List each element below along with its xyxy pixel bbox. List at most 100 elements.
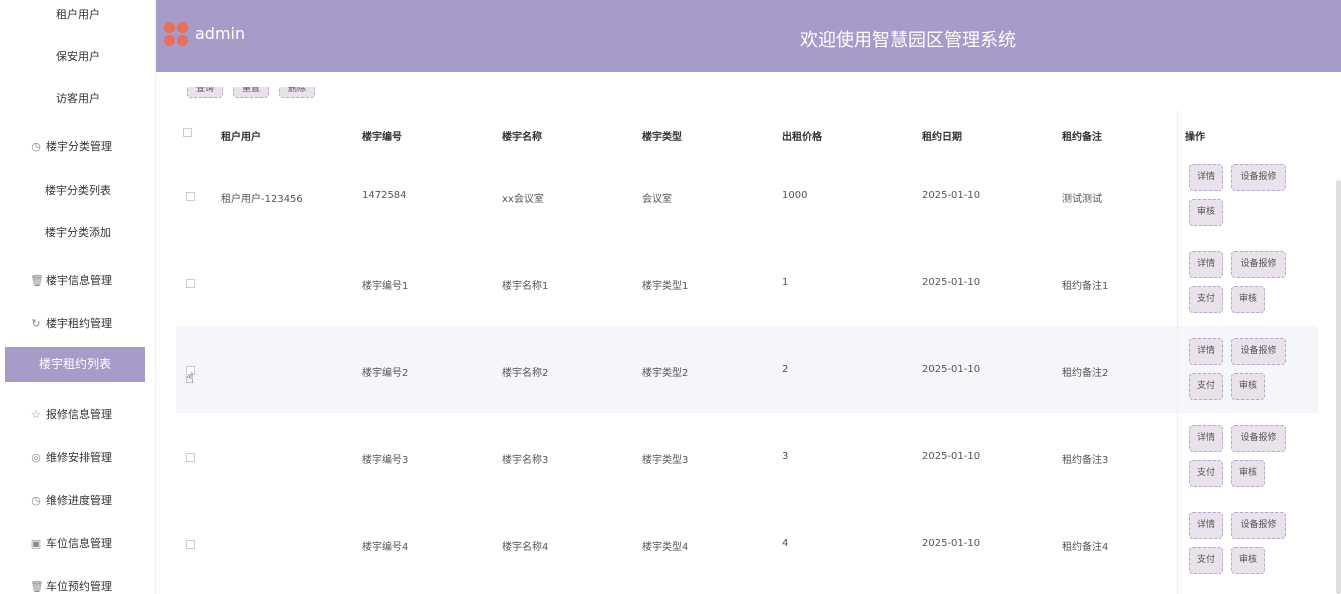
pay-button[interactable]: 支付 [1189, 547, 1223, 574]
cell-code: 楼宇编号2 [362, 368, 409, 379]
detail-button[interactable]: 详情 [1189, 512, 1223, 539]
sidebar-item-12[interactable]: ▣ 车位信息管理 [0, 535, 156, 551]
action-column-divider [1177, 110, 1178, 594]
sidebar-item-label: 维修进度管理 [46, 494, 112, 507]
column-header: 楼宇编号 [362, 132, 402, 143]
pay-button[interactable]: 支付 [1189, 286, 1223, 313]
cell-note: 租约备注2 [1062, 368, 1109, 379]
column-header: 租约日期 [922, 132, 962, 143]
sidebar-item-label: 车位预约管理 [46, 580, 112, 593]
sidebar-item-7[interactable]: ↻ 楼宇租约管理 [0, 315, 156, 331]
header-shadow [156, 72, 1341, 86]
sidebar-item-label: 车位信息管理 [46, 537, 112, 550]
sidebar-item-label: 维修安排管理 [46, 451, 112, 464]
compass-icon: ◎ [31, 451, 41, 464]
cell-price: 1000 [782, 190, 808, 201]
sidebar-item-1[interactable]: 保安用户 [0, 48, 156, 64]
welcome-title: 欢迎使用智慧园区管理系统 [800, 30, 1016, 51]
cell-price: 4 [782, 538, 789, 549]
sidebar-item-10[interactable]: ◎ 维修安排管理 [0, 449, 156, 465]
sidebar-item-3[interactable]: ◷ 楼宇分类管理 [0, 138, 156, 154]
sidebar-item-label: 报修信息管理 [46, 408, 112, 421]
sidebar-item-6[interactable]: 🗑 楼宇信息管理 [0, 272, 156, 288]
cell-code: 1472584 [362, 190, 407, 201]
cell-date: 2025-01-10 [922, 451, 981, 462]
detail-button[interactable]: 详情 [1189, 251, 1223, 278]
cell-price: 3 [782, 451, 789, 462]
trash-icon: 🗑 [30, 274, 44, 287]
clock-icon: ◷ [31, 494, 41, 507]
detail-button[interactable]: 详情 [1189, 338, 1223, 365]
detail-button[interactable]: 详情 [1189, 425, 1223, 452]
cell-note: 租约备注3 [1062, 455, 1109, 466]
cell-price: 2 [782, 364, 789, 375]
cell-date: 2025-01-10 [922, 277, 981, 288]
column-header: 楼宇名称 [502, 132, 542, 143]
row-checkbox[interactable] [186, 540, 195, 549]
cell-tenant: 租户用户-123456 [221, 194, 303, 205]
row-checkbox[interactable] [186, 279, 195, 288]
sidebar-item-label: 楼宇分类列表 [45, 184, 111, 197]
sidebar-item-label: 租户用户 [56, 8, 100, 21]
repair-button[interactable]: 设备报修 [1231, 164, 1286, 191]
cell-type: 楼宇类型1 [642, 281, 689, 292]
sidebar-item-4[interactable]: 楼宇分类列表 [0, 182, 156, 198]
sidebar-item-label: 保安用户 [56, 50, 100, 63]
header-bar [156, 0, 1341, 72]
cell-type: 楼宇类型3 [642, 455, 689, 466]
cell-name: 楼宇名称4 [502, 542, 549, 553]
scrollbar[interactable] [1336, 180, 1341, 594]
review-button[interactable]: 审核 [1231, 373, 1265, 400]
cell-type: 楼宇类型4 [642, 542, 689, 553]
hand-cursor-icon: ☝ [185, 369, 195, 387]
sidebar-item-0[interactable]: 租户用户 [0, 6, 156, 22]
review-button[interactable]: 审核 [1189, 199, 1223, 226]
cell-type: 楼宇类型2 [642, 368, 689, 379]
sidebar-item-active[interactable]: 楼宇租约列表 [5, 347, 145, 382]
sidebar-item-label: 楼宇分类管理 [46, 140, 112, 153]
repair-button[interactable]: 设备报修 [1231, 425, 1286, 452]
cell-date: 2025-01-10 [922, 364, 981, 375]
cell-price: 1 [782, 277, 789, 288]
sidebar-item-label: 楼宇信息管理 [46, 274, 112, 287]
sidebar-item-2[interactable]: 访客用户 [0, 90, 156, 106]
row-checkbox[interactable] [186, 453, 195, 462]
detail-button[interactable]: 详情 [1189, 164, 1223, 191]
repair-button[interactable]: 设备报修 [1231, 251, 1286, 278]
sidebar-item-11[interactable]: ◷ 维修进度管理 [0, 492, 156, 508]
user-name[interactable]: admin [195, 24, 245, 43]
sidebar-item-5[interactable]: 楼宇分类添加 [0, 224, 156, 240]
cell-code: 楼宇编号1 [362, 281, 409, 292]
review-button[interactable]: 审核 [1231, 286, 1265, 313]
row-checkbox[interactable] [186, 192, 195, 201]
cell-note: 租约备注4 [1062, 542, 1109, 553]
star-icon: ☆ [31, 408, 41, 421]
cell-name: 楼宇名称2 [502, 368, 549, 379]
trash-icon: 🗑 [30, 580, 44, 593]
sidebar-item-label: 楼宇分类添加 [45, 226, 111, 239]
review-button[interactable]: 审核 [1231, 547, 1265, 574]
refresh-icon: ↻ [31, 317, 41, 330]
cell-date: 2025-01-10 [922, 190, 981, 201]
sidebar-item-13[interactable]: 🗑 车位预约管理 [0, 578, 156, 594]
repair-button[interactable]: 设备报修 [1231, 512, 1286, 539]
select-all-checkbox[interactable] [183, 128, 192, 137]
cell-code: 楼宇编号3 [362, 455, 409, 466]
cell-name: 楼宇名称3 [502, 455, 549, 466]
cell-name: 楼宇名称1 [502, 281, 549, 292]
cell-date: 2025-01-10 [922, 538, 981, 549]
pay-button[interactable]: 支付 [1189, 460, 1223, 487]
column-header: 租户用户 [221, 132, 261, 143]
cell-type: 会议室 [642, 194, 672, 205]
column-header: 出租价格 [782, 132, 822, 143]
clock-icon: ◷ [31, 140, 41, 153]
sidebar-item-9[interactable]: ☆ 报修信息管理 [0, 406, 156, 422]
repair-button[interactable]: 设备报修 [1231, 338, 1286, 365]
column-header: 楼宇类型 [642, 132, 682, 143]
column-header: 操作 [1185, 132, 1205, 143]
pay-button[interactable]: 支付 [1189, 373, 1223, 400]
sidebar: 租户用户 保安用户 访客用户 ◷ 楼宇分类管理 楼宇分类列表 楼宇分类添加 🗑 楼宇信息管理 ↻ 楼… [0, 0, 156, 594]
sidebar-item-label: 访客用户 [56, 92, 100, 105]
review-button[interactable]: 审核 [1231, 460, 1265, 487]
cell-note: 测试测试 [1062, 194, 1102, 205]
